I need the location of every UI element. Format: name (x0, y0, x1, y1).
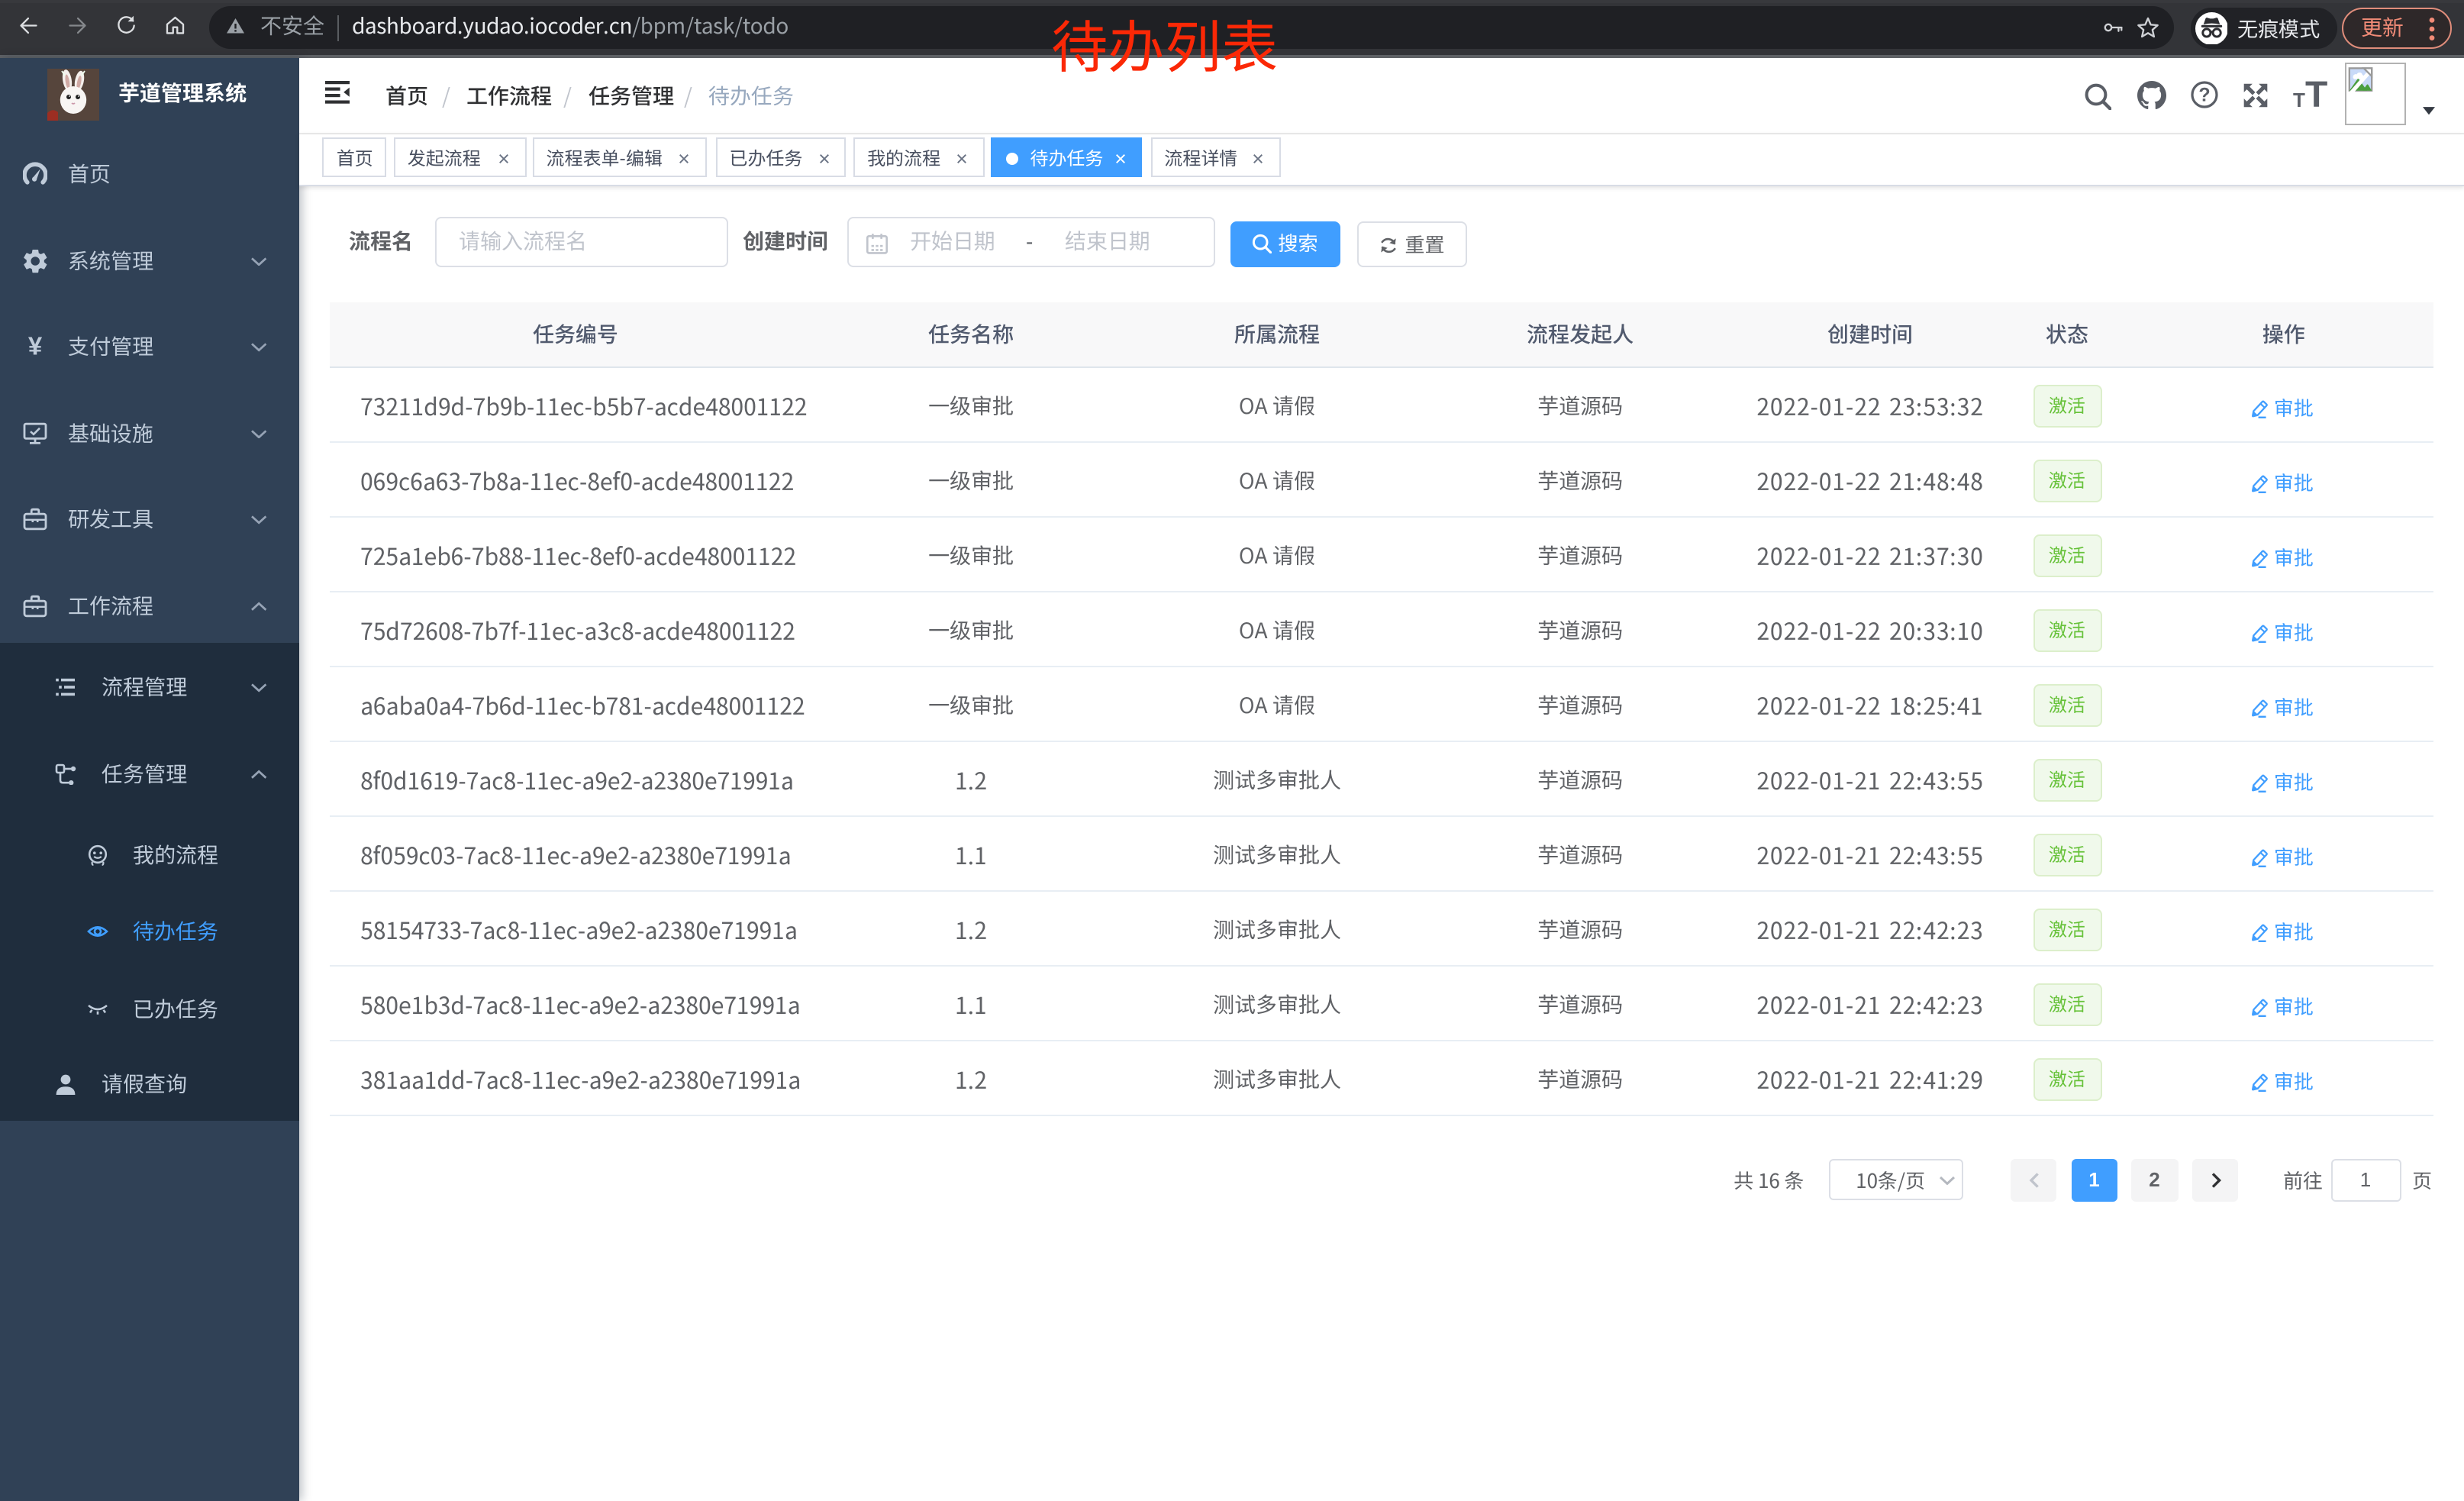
svg-text:T: T (2305, 78, 2327, 110)
svg-text:¥: ¥ (27, 334, 42, 359)
svg-text:?: ? (2198, 84, 2209, 105)
svg-text:T: T (2293, 89, 2305, 110)
